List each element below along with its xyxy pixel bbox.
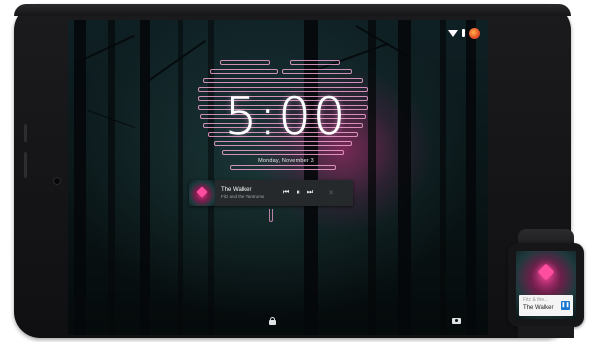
tree-trunk	[440, 20, 446, 335]
clock-time: 5:00	[224, 88, 348, 147]
media-controls: ⏮ ⏸ ⏭ ✕	[283, 189, 334, 197]
watch-pause-icon[interactable]: ❚❚	[561, 301, 570, 310]
tree-trunk	[178, 20, 183, 335]
tree-trunk	[304, 20, 318, 335]
track-title: The Walker	[221, 187, 252, 193]
heart-icon	[196, 186, 208, 198]
lock-icon[interactable]	[269, 317, 276, 325]
dismiss-icon[interactable]: ✕	[328, 189, 334, 197]
clock-date: Monday, November 3	[258, 158, 314, 164]
lock-screen: 5:00 Monday, November 3 The Walker Fitz …	[68, 20, 488, 335]
status-bar	[448, 26, 480, 40]
tree-branch	[312, 42, 389, 72]
tree-trunk	[368, 20, 376, 335]
front-camera	[53, 177, 61, 185]
previous-track-icon[interactable]: ⏮	[283, 189, 289, 197]
watch-strap	[518, 326, 574, 338]
tree-trunk	[208, 20, 214, 335]
heart-tail	[269, 209, 273, 222]
tree-trunk	[140, 20, 150, 335]
watch-title: The Walker	[523, 305, 554, 311]
track-artist: Fitz and the Tantrums	[221, 194, 265, 199]
smartwatch: Fitz & the... The Walker ❚❚	[506, 229, 586, 338]
camera-icon[interactable]	[452, 318, 461, 324]
watch-media-card[interactable]: Fitz & the... The Walker ❚❚	[519, 295, 573, 316]
wifi-icon	[448, 29, 458, 37]
album-art	[189, 180, 215, 206]
heart-icon	[537, 263, 555, 281]
tree-trunk	[74, 20, 86, 335]
media-notification[interactable]: The Walker Fitz and the Tantrums ⏮ ⏸ ⏭ ✕	[189, 180, 353, 206]
pause-icon[interactable]: ⏸	[296, 189, 300, 197]
next-track-icon[interactable]: ⏭	[307, 189, 313, 197]
battery-icon	[462, 29, 465, 37]
tablet-bezel	[14, 4, 571, 16]
tree-trunk	[466, 20, 476, 335]
power-button	[24, 152, 27, 178]
user-avatar-icon[interactable]	[469, 27, 480, 39]
tree-branch	[147, 40, 206, 82]
track-info: The Walker Fitz and the Tantrums	[221, 186, 279, 200]
watch-screen: Fitz & the... The Walker ❚❚	[516, 251, 576, 319]
watch-artist: Fitz & the...	[523, 297, 549, 303]
tree-trunk	[108, 20, 115, 335]
tree-trunk	[398, 20, 411, 335]
volume-button	[24, 124, 27, 142]
